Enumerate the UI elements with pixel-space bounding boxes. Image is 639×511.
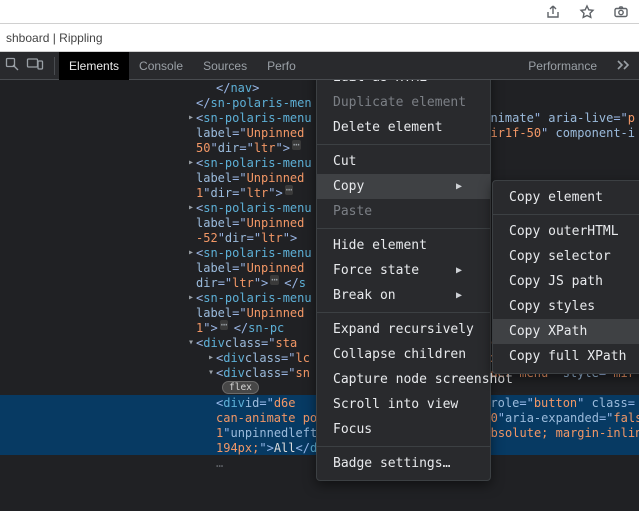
copy-submenu: Copy element Copy outerHTML Copy selecto…	[492, 180, 639, 374]
camera-icon[interactable]	[613, 4, 629, 20]
devtools-toolbar: Elements Console Sources Perfo Performan…	[0, 52, 639, 80]
menu-badge-settings[interactable]: Badge settings…	[317, 451, 490, 476]
tab-console[interactable]: Console	[129, 52, 193, 80]
tab-perf-truncated[interactable]: Perfo	[257, 52, 306, 80]
menu-force-state[interactable]: Force state ▶	[317, 258, 490, 283]
submenu-copy-element[interactable]: Copy element	[493, 185, 639, 210]
menu-separator	[493, 214, 639, 215]
menu-separator	[317, 228, 490, 229]
submenu-copy-full-xpath[interactable]: Copy full XPath	[493, 344, 639, 369]
tab-sources[interactable]: Sources	[193, 52, 257, 80]
share-icon[interactable]	[545, 4, 561, 20]
submenu-copy-xpath[interactable]: Copy XPath	[493, 319, 639, 344]
menu-paste: Paste	[317, 199, 490, 224]
menu-expand-recursively[interactable]: Expand recursively	[317, 317, 490, 342]
submenu-copy-styles[interactable]: Copy styles	[493, 294, 639, 319]
submenu-arrow-icon: ▶	[456, 290, 462, 301]
menu-collapse-children[interactable]: Collapse children	[317, 342, 490, 367]
inspect-icon[interactable]	[4, 56, 20, 75]
menu-separator	[317, 446, 490, 447]
star-icon[interactable]	[579, 4, 595, 20]
flex-badge[interactable]: flex	[222, 381, 259, 394]
expand-caret-icon[interactable]: ▸	[186, 112, 196, 123]
tabs-overflow-icon[interactable]	[607, 58, 639, 73]
elements-tree[interactable]: </nav> </sn-polaris-men ▸ <sn-polaris-me…	[0, 80, 639, 511]
page-tab-title: shboard | Rippling	[6, 31, 103, 45]
menu-separator	[317, 312, 490, 313]
device-toggle-icon[interactable]	[26, 56, 44, 75]
menu-edit-as-html[interactable]: Edit as HTML	[317, 80, 490, 90]
menu-duplicate-element: Duplicate element	[317, 90, 490, 115]
menu-separator	[317, 144, 490, 145]
menu-capture-screenshot[interactable]: Capture node screenshot	[317, 367, 490, 392]
expand-caret-icon[interactable]: ▾	[186, 337, 196, 348]
submenu-arrow-icon: ▶	[456, 265, 462, 276]
submenu-arrow-icon: ▶	[456, 181, 462, 192]
menu-hide-element[interactable]: Hide element	[317, 233, 490, 258]
menu-delete-element[interactable]: Delete element	[317, 115, 490, 140]
page-tab-bar: shboard | Rippling	[0, 24, 639, 52]
expand-caret-icon[interactable]: ▾	[206, 367, 216, 378]
browser-toolbar	[0, 0, 639, 24]
menu-scroll-into-view[interactable]: Scroll into view	[317, 392, 490, 417]
submenu-copy-jspath[interactable]: Copy JS path	[493, 269, 639, 294]
expand-caret-icon[interactable]: ▸	[186, 157, 196, 168]
toolbar-separator	[54, 57, 55, 75]
context-menu: Add attribute Edit attribute Edit as HTM…	[316, 80, 491, 481]
expand-caret-icon[interactable]: ▸	[186, 292, 196, 303]
expand-caret-icon[interactable]: ▸	[206, 352, 216, 363]
submenu-copy-outerhtml[interactable]: Copy outerHTML	[493, 219, 639, 244]
menu-copy[interactable]: Copy ▶	[317, 174, 490, 199]
tab-elements[interactable]: Elements	[59, 52, 129, 80]
menu-break-on[interactable]: Break on ▶	[317, 283, 490, 308]
expand-caret-icon[interactable]: ▸	[186, 202, 196, 213]
expand-caret-icon[interactable]: ▸	[186, 247, 196, 258]
tab-performance[interactable]: Performance	[518, 52, 607, 80]
submenu-copy-selector[interactable]: Copy selector	[493, 244, 639, 269]
menu-cut[interactable]: Cut	[317, 149, 490, 174]
menu-focus[interactable]: Focus	[317, 417, 490, 442]
